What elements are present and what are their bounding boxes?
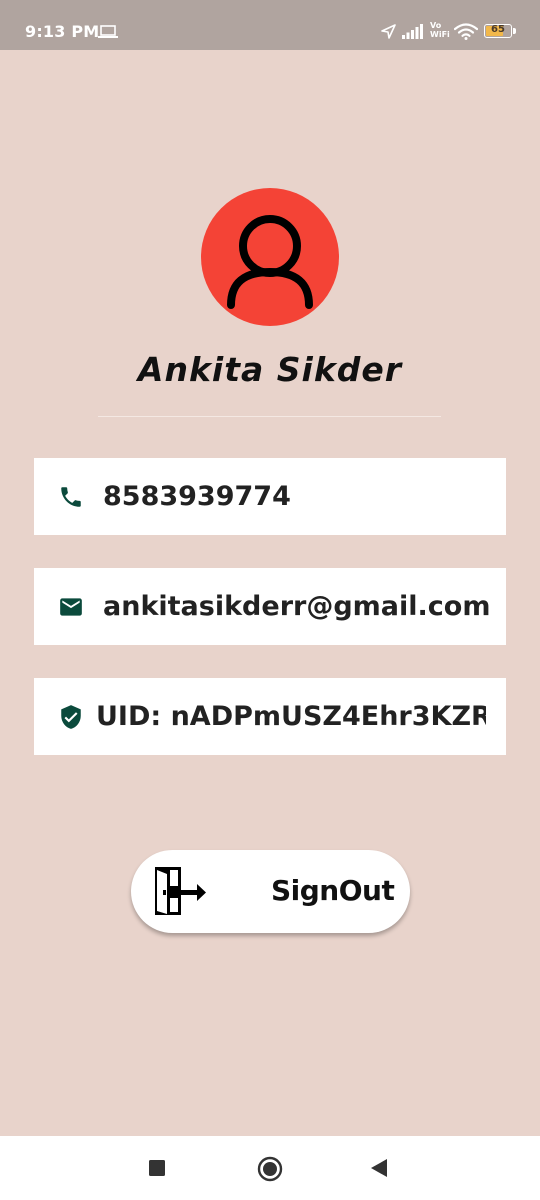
battery-icon: 65: [484, 24, 512, 38]
status-time: 9:13 PM: [25, 22, 100, 41]
profile-name: Ankita Sikder: [137, 350, 403, 389]
phone-number: 8583939774: [103, 481, 291, 512]
signout-label: SignOut: [271, 874, 395, 907]
wifi-icon: [454, 23, 478, 40]
vowifi-top: Vo: [430, 21, 442, 30]
back-triangle-icon[interactable]: [370, 1158, 389, 1178]
person-icon: [227, 215, 313, 309]
exit-door-icon: [151, 864, 209, 918]
phone-card: 8583939774: [34, 458, 506, 535]
recents-square-icon[interactable]: [148, 1159, 166, 1177]
battery-cap: [513, 28, 516, 34]
status-bar: 9:13 PM Vo WiFi 65: [0, 0, 540, 50]
signal-bars-icon: [402, 24, 423, 39]
vowifi-indicator: Vo WiFi: [430, 21, 450, 39]
signout-button[interactable]: SignOut: [131, 850, 410, 933]
location-arrow-icon: [381, 24, 396, 39]
email-card: ankitasikderr@gmail.com: [34, 568, 506, 645]
phone-icon: [61, 487, 81, 507]
laptop-icon: [98, 25, 118, 38]
email-address: ankitasikderr@gmail.com: [103, 591, 491, 622]
uid-card: UID: nADPmUSZ4Ehr3KZRu5: [34, 678, 506, 755]
home-circle-icon[interactable]: [257, 1156, 283, 1182]
battery-level: 65: [491, 24, 505, 35]
email-icon: [60, 598, 82, 616]
uid-value: UID: nADPmUSZ4Ehr3KZRu5: [96, 701, 486, 732]
vowifi-bottom: WiFi: [430, 30, 450, 39]
divider: [98, 416, 441, 417]
verified-shield-icon: [61, 705, 81, 729]
avatar: [201, 188, 339, 326]
navigation-bar: [0, 1136, 540, 1200]
